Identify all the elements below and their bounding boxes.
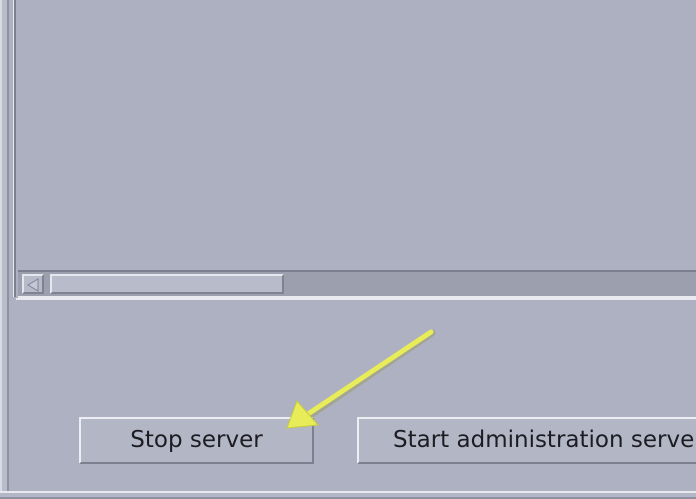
horizontal-scrollbar[interactable]: [16, 262, 696, 300]
scroll-left-button[interactable]: [22, 274, 44, 294]
start-administration-server-button[interactable]: Start administration server: [357, 417, 696, 464]
scrollbar-track[interactable]: [18, 270, 696, 298]
window-frame-left: [0, 0, 9, 499]
window-frame-bottom: [0, 491, 696, 499]
text-area-border: [9, 0, 16, 297]
chevron-left-icon: [27, 278, 39, 292]
stop-server-button[interactable]: Stop server: [79, 417, 314, 464]
separator-line: [16, 298, 696, 302]
log-text-area[interactable]: [16, 0, 696, 262]
server-manager-window: Stop server Start administration server: [0, 0, 696, 499]
scrollbar-thumb[interactable]: [50, 274, 284, 294]
